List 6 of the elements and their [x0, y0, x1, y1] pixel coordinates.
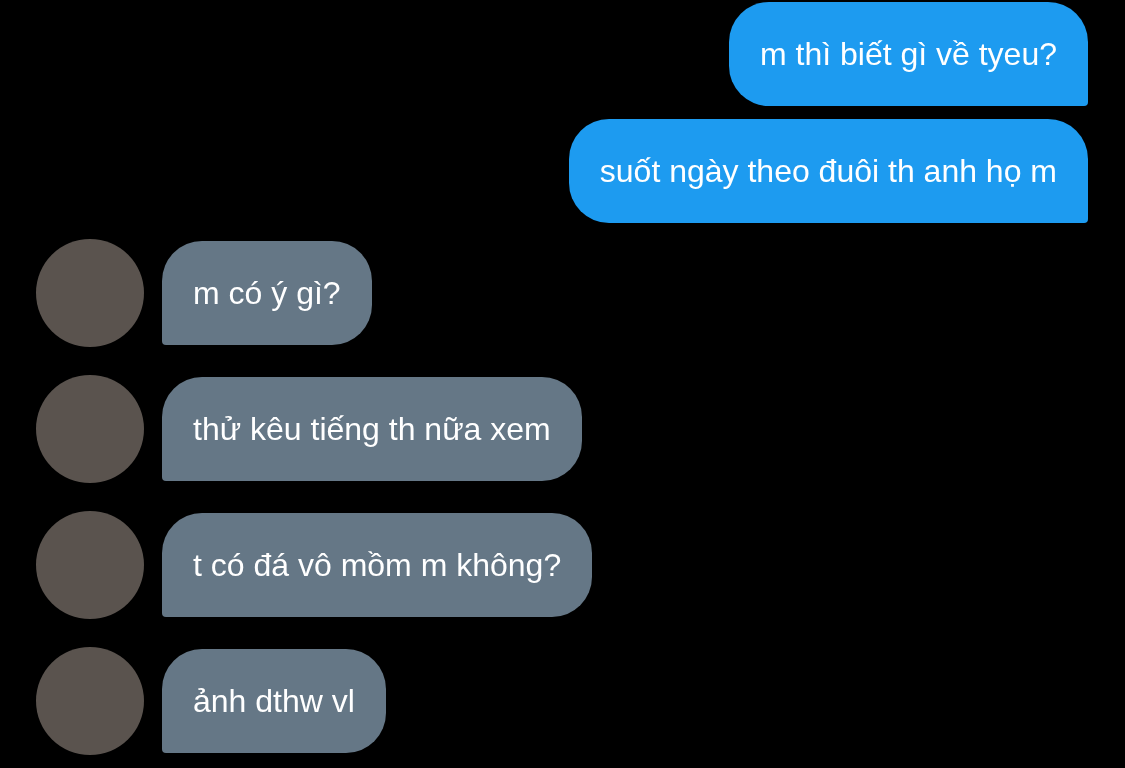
received-message-bubble: m có ý gì? — [162, 241, 372, 345]
received-message-bubble: thử kêu tiếng th nữa xem — [162, 377, 582, 481]
received-message-bubble: ảnh dthw vl — [162, 649, 386, 753]
sent-message-bubble: suốt ngày theo đuôi th anh họ m — [568, 119, 1088, 223]
received-message-bubble: t có đá vô mồm m không? — [162, 513, 593, 617]
sent-message-bubble: m thì biết gì về tyeu? — [728, 2, 1088, 106]
